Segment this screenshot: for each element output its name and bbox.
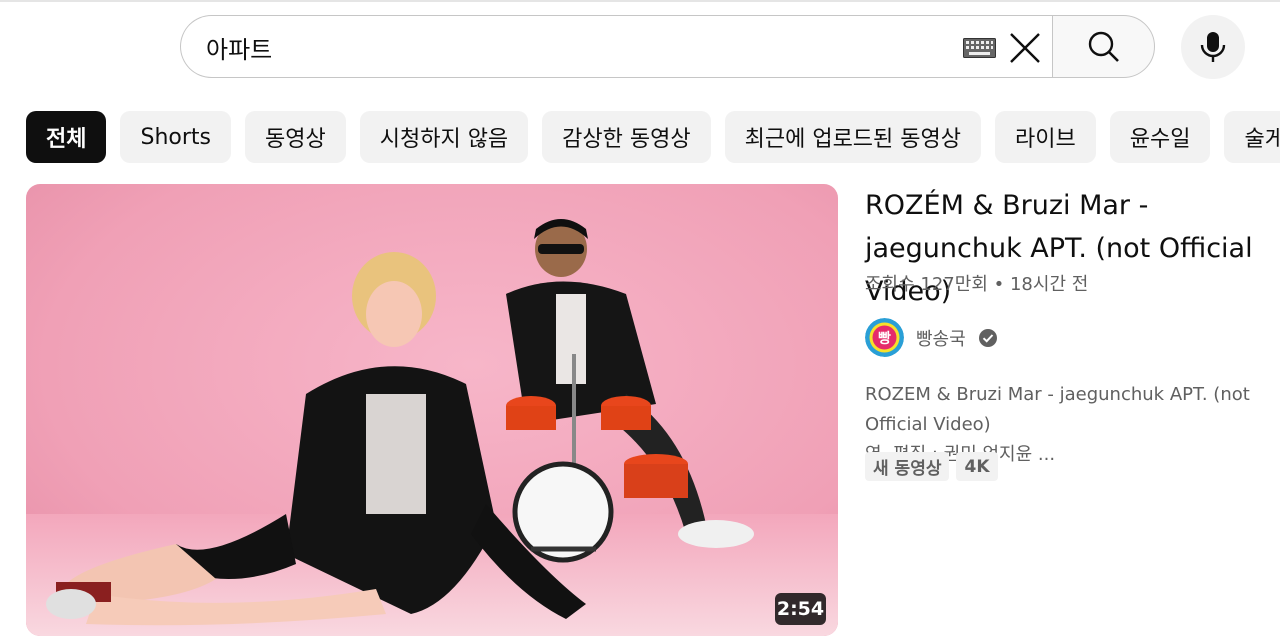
chip-watched[interactable]: 감상한 동영상 [542,111,711,163]
chip-videos[interactable]: 동영상 [245,111,346,163]
search-input[interactable] [206,26,906,68]
chip-artist[interactable]: 윤수일 [1109,111,1211,163]
badge-4k: 4K [956,452,998,481]
chip-shorts[interactable]: Shorts [120,111,231,163]
duration-badge: 2:54 [775,593,826,625]
upload-age: 18시간 전 [1009,274,1089,295]
voice-search-button[interactable] [1181,15,1245,79]
chip-drinking-game[interactable]: 술게 [1224,111,1280,163]
mic-icon [1200,32,1226,62]
verified-icon [978,328,997,347]
chip-all[interactable]: 전체 [26,111,107,163]
svg-text:빵: 빵 [878,331,891,347]
video-badges: 새 동영상 4K [865,452,998,481]
chip-unwatched[interactable]: 시청하지 않음 [359,111,529,163]
search-icon [1088,31,1119,62]
keyboard-icon[interactable] [963,38,996,58]
chip-live[interactable]: 라이브 [995,111,1096,163]
badge-new-video: 새 동영상 [865,452,950,481]
video-thumbnail[interactable] [26,184,838,636]
filter-chips: 전체 Shorts 동영상 시청하지 않음 감상한 동영상 최근에 업로드된 동… [26,111,1280,163]
channel-name[interactable]: 빵송국 [916,325,966,351]
channel-logo-icon: 빵 [865,318,904,357]
thumbnail-image [26,184,838,636]
video-meta: 조회수 127만회 • 18시간 전 [865,270,1088,296]
view-count: 조회수 127만회 [865,274,988,295]
channel-avatar[interactable]: 빵 [865,318,904,357]
top-divider [0,0,1280,2]
meta-separator: • [993,274,1005,295]
channel-row: 빵 빵송국 [865,318,998,357]
close-icon[interactable] [1008,31,1042,65]
search-button[interactable] [1052,15,1155,78]
chip-recently-uploaded[interactable]: 최근에 업로드된 동영상 [724,111,981,163]
